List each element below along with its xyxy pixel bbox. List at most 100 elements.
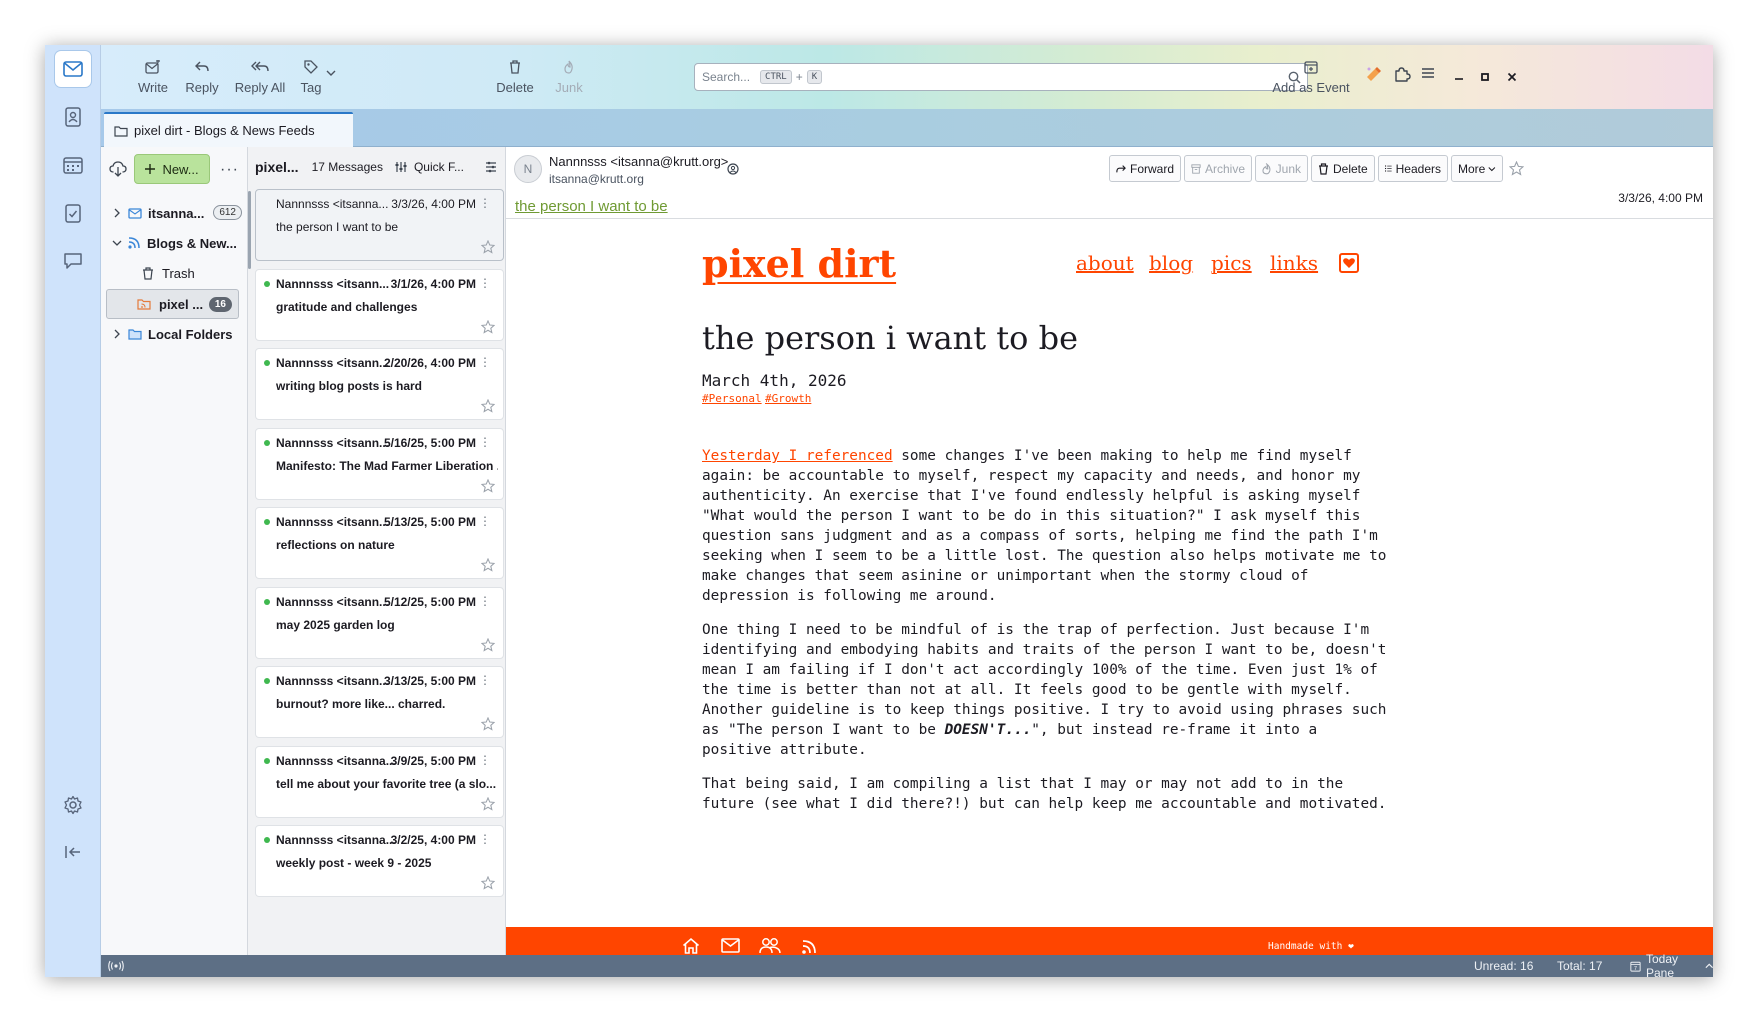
online-status-icon[interactable] bbox=[108, 960, 124, 972]
folder-pixel-dirt[interactable]: pixel ... 16 bbox=[106, 289, 239, 319]
minimize-button[interactable] bbox=[1451, 69, 1467, 85]
message-menu-icon[interactable]: ⋮ bbox=[479, 832, 491, 846]
add-as-event-button[interactable]: Add as Event bbox=[1271, 57, 1351, 101]
write-button[interactable]: Write bbox=[131, 57, 175, 101]
message-sender: Nannnsss <itsann... bbox=[276, 594, 390, 609]
star-icon[interactable] bbox=[481, 558, 495, 572]
paragraph-line: depression is following me around. bbox=[702, 588, 997, 604]
calendar-space-button[interactable] bbox=[55, 147, 91, 183]
star-icon[interactable] bbox=[481, 876, 495, 890]
nav-pics-link[interactable]: pics bbox=[1211, 251, 1252, 275]
collapse-spaces-button[interactable] bbox=[55, 834, 91, 870]
star-icon[interactable] bbox=[481, 478, 495, 493]
message-card[interactable]: Nannnsss <itsann... 5/13/25, 5:00 PM ⋮ refl… bbox=[255, 507, 504, 579]
star-icon[interactable] bbox=[481, 796, 495, 811]
gear-icon bbox=[64, 795, 82, 815]
message-date: 5/12/25, 5:00 PM bbox=[383, 594, 476, 609]
header-junk-button[interactable]: Junk bbox=[1255, 155, 1308, 182]
ai-addon-button[interactable] bbox=[1365, 65, 1383, 83]
today-pane-toggle[interactable]: 7 Today Pane bbox=[1630, 952, 1713, 977]
mail-space-button[interactable] bbox=[55, 51, 91, 87]
addons-button[interactable] bbox=[1393, 65, 1411, 83]
message-subject: tell me about your favorite tree (a slo.… bbox=[276, 776, 497, 791]
thread-display-options-button[interactable] bbox=[485, 161, 497, 173]
sender-name[interactable]: Nannnsss <itsanna@krutt.org> bbox=[549, 154, 728, 169]
tag-button[interactable]: Tag bbox=[297, 57, 325, 101]
folder-account-blogs[interactable]: Blogs & New... bbox=[101, 229, 248, 257]
message-menu-icon[interactable]: ⋮ bbox=[479, 196, 491, 210]
message-menu-icon[interactable]: ⋮ bbox=[479, 276, 491, 290]
home-icon[interactable] bbox=[682, 937, 700, 955]
get-messages-button[interactable] bbox=[109, 161, 127, 177]
tab-pixel-dirt[interactable]: pixel dirt - Blogs & News Feeds bbox=[104, 112, 353, 147]
yesterday-link[interactable]: Yesterday I referenced bbox=[702, 448, 893, 464]
contact-add-icon[interactable] bbox=[727, 163, 739, 175]
message-card[interactable]: Nannnsss <itsanna... 3/3/26, 4:00 PM ⋮ the … bbox=[255, 189, 504, 261]
message-card[interactable]: Nannnsss <itsann... 5/16/25, 5:00 PM ⋮ Mani… bbox=[255, 427, 504, 500]
folder-pane-menu-button[interactable]: ··· bbox=[220, 161, 239, 179]
reply-button[interactable]: Reply bbox=[180, 57, 224, 101]
forward-button[interactable]: Forward bbox=[1109, 155, 1181, 182]
add-event-icon bbox=[1304, 61, 1318, 74]
folder-local-folders[interactable]: Local Folders bbox=[101, 320, 248, 348]
settings-button[interactable] bbox=[55, 787, 91, 823]
mail-icon[interactable] bbox=[721, 938, 740, 953]
forward-icon bbox=[1116, 164, 1126, 172]
folder-account-itsanna[interactable]: itsanna... 612 bbox=[101, 199, 248, 227]
message-menu-icon[interactable]: ⋮ bbox=[479, 435, 491, 449]
search-input[interactable]: Search... CTRL + K bbox=[694, 63, 1308, 91]
star-icon[interactable] bbox=[481, 399, 495, 413]
message-card[interactable]: Nannnsss <itsann... 5/12/25, 5:00 PM ⋮ may … bbox=[255, 586, 504, 659]
address-book-space-button[interactable] bbox=[55, 99, 91, 135]
chevron-down-icon bbox=[1488, 166, 1496, 171]
star-icon[interactable] bbox=[481, 240, 495, 254]
message-subject: Manifesto: The Mad Farmer Liberation ... bbox=[276, 458, 498, 473]
rss-icon[interactable] bbox=[801, 939, 817, 955]
nav-about-link[interactable]: about bbox=[1076, 251, 1134, 275]
headers-button[interactable]: Headers bbox=[1378, 155, 1448, 182]
message-card[interactable]: Nannnsss <itsanna... 3/9/25, 5:00 PM ⋮ tell… bbox=[255, 745, 504, 818]
unread-dot-icon bbox=[264, 678, 270, 684]
star-icon[interactable] bbox=[481, 637, 495, 652]
message-menu-icon[interactable]: ⋮ bbox=[479, 673, 491, 687]
header-delete-button[interactable]: Delete bbox=[1311, 155, 1375, 182]
message-menu-icon[interactable]: ⋮ bbox=[479, 514, 491, 528]
message-menu-icon[interactable]: ⋮ bbox=[479, 753, 491, 767]
new-button-label: New... bbox=[162, 161, 199, 177]
tag-dropdown-button[interactable] bbox=[326, 69, 336, 77]
blog-site-title[interactable]: pixel dirt bbox=[702, 241, 896, 286]
reply-all-button[interactable]: Reply All bbox=[230, 57, 290, 101]
chat-space-button[interactable] bbox=[55, 243, 91, 279]
app-menu-button[interactable] bbox=[1421, 66, 1435, 80]
archive-icon bbox=[1191, 163, 1201, 174]
folder-trash[interactable]: Trash bbox=[101, 259, 248, 287]
paragraph-line: future (see what I did there?!) but can … bbox=[702, 796, 1387, 812]
archive-button[interactable]: Archive bbox=[1184, 155, 1252, 182]
quick-filter-button[interactable]: Quick F... bbox=[395, 160, 464, 174]
message-menu-icon[interactable]: ⋮ bbox=[479, 594, 491, 608]
tag-personal-link[interactable]: #Personal bbox=[702, 392, 762, 405]
close-window-button[interactable] bbox=[1504, 69, 1520, 85]
message-card[interactable]: Nannnsss <itsanna... 3/2/25, 4:00 PM ⋮ week… bbox=[255, 825, 504, 897]
message-menu-icon[interactable]: ⋮ bbox=[479, 355, 491, 369]
tasks-space-button[interactable] bbox=[55, 195, 91, 231]
new-message-button[interactable]: New... bbox=[134, 154, 210, 184]
star-icon[interactable] bbox=[481, 319, 495, 334]
more-button[interactable]: More bbox=[1451, 155, 1503, 182]
star-icon[interactable] bbox=[1509, 161, 1524, 176]
people-icon[interactable] bbox=[759, 937, 781, 955]
delete-button[interactable]: Delete bbox=[495, 57, 535, 101]
message-card[interactable]: Nannnsss <itsann... 3/1/26, 4:00 PM ⋮ grati… bbox=[255, 268, 504, 341]
message-subject-link[interactable]: the person I want to be bbox=[515, 198, 668, 215]
folder-label: pixel ... bbox=[159, 296, 204, 312]
tag-growth-link[interactable]: #Growth bbox=[765, 392, 811, 405]
message-card[interactable]: Nannnsss <itsann... 3/13/25, 5:00 PM ⋮ burn… bbox=[255, 666, 504, 738]
heart-mail-icon[interactable] bbox=[1339, 253, 1359, 273]
nav-blog-link[interactable]: blog bbox=[1149, 251, 1193, 275]
maximize-button[interactable] bbox=[1477, 69, 1493, 85]
star-icon[interactable] bbox=[481, 717, 495, 731]
junk-button[interactable]: Junk bbox=[553, 57, 585, 101]
nav-links-link[interactable]: links bbox=[1270, 251, 1318, 275]
message-card[interactable]: Nannnsss <itsann... 2/20/26, 4:00 PM ⋮ writ… bbox=[255, 348, 504, 420]
thread-scrollbar[interactable] bbox=[248, 191, 251, 269]
